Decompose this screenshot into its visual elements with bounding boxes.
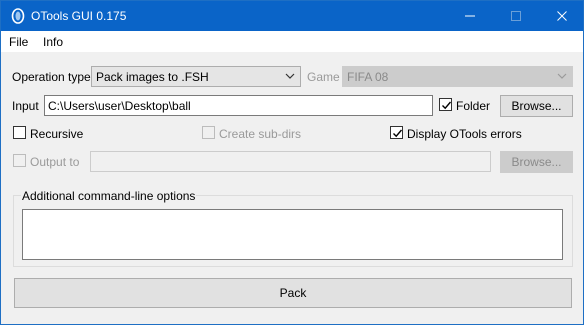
maximize-button[interactable] — [493, 1, 539, 31]
menu-bar: File Info — [1, 31, 583, 53]
input-label: Input — [12, 99, 39, 113]
create-subdirs-checkbox[interactable] — [202, 126, 215, 139]
close-button[interactable] — [539, 1, 584, 31]
window-title: OTools GUI 0.175 — [31, 9, 127, 23]
game-select[interactable]: FIFA 08 — [342, 66, 573, 87]
recursive-label: Recursive — [30, 127, 84, 141]
app-icon — [11, 8, 25, 24]
game-label: Game — [307, 70, 340, 84]
operation-type-value: Pack images to .FSH — [96, 70, 209, 84]
input-path-value: C:\Users\user\Desktop\ball — [48, 99, 191, 113]
game-value: FIFA 08 — [347, 70, 389, 84]
operation-type-select[interactable]: Pack images to .FSH — [91, 66, 301, 87]
display-errors-checkbox[interactable] — [390, 126, 403, 139]
output-browse-button[interactable]: Browse... — [500, 151, 573, 173]
menu-info[interactable]: Info — [43, 35, 63, 49]
minimize-button[interactable] — [447, 1, 493, 31]
title-bar[interactable]: OTools GUI 0.175 — [1, 1, 583, 31]
output-to-label: Output to — [30, 155, 80, 169]
create-subdirs-label: Create sub-dirs — [219, 127, 302, 141]
maximize-icon — [511, 11, 521, 21]
input-path-field[interactable]: C:\Users\user\Desktop\ball — [44, 95, 433, 116]
close-icon — [557, 11, 567, 21]
menu-file[interactable]: File — [9, 35, 28, 49]
checkmark-icon — [442, 101, 452, 110]
recursive-checkbox[interactable] — [13, 126, 26, 139]
output-to-checkbox[interactable] — [13, 154, 26, 167]
pack-button[interactable]: Pack — [14, 278, 572, 308]
checkmark-icon — [393, 129, 403, 138]
folder-checkbox[interactable] — [439, 98, 452, 111]
chevron-down-icon — [285, 73, 295, 79]
display-errors-label: Display OTools errors — [407, 127, 522, 141]
additional-options-textarea[interactable] — [22, 209, 563, 260]
chevron-down-icon — [557, 73, 567, 79]
folder-label: Folder — [456, 99, 491, 113]
operation-type-label: Operation type — [12, 70, 91, 84]
app-window: OTools GUI 0.175 File Info Operation typ… — [0, 0, 584, 325]
output-path-field[interactable] — [90, 151, 491, 172]
additional-options-title: Additional command-line options — [21, 189, 197, 203]
input-browse-button[interactable]: Browse... — [500, 95, 573, 117]
minimize-icon — [465, 15, 475, 17]
